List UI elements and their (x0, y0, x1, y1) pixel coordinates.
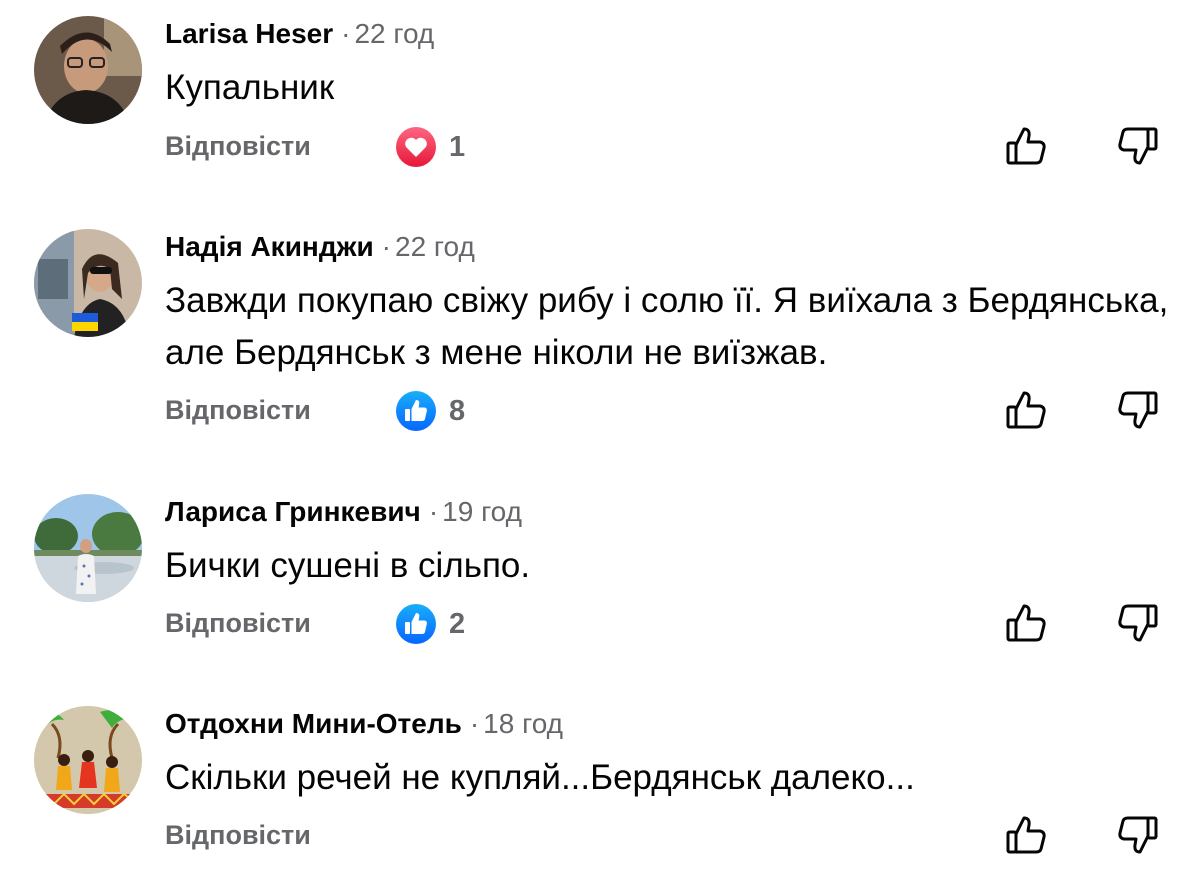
comment-header: Надія Акинджи · 22 год (165, 229, 475, 265)
dislike-button[interactable] (1115, 600, 1161, 646)
comment-text: Купальник (165, 68, 335, 107)
timestamp[interactable]: 18 год (483, 708, 563, 739)
thumbs-up-outline-icon (1006, 391, 1046, 429)
thumbs-down-outline-icon (1118, 127, 1158, 165)
dislike-button[interactable] (1115, 812, 1161, 858)
separator: · (341, 18, 351, 49)
thumbs-up-outline-icon (1006, 816, 1046, 854)
reaction-summary[interactable]: 2 (395, 602, 465, 646)
comment-header: Лариса Гринкевич · 19 год (165, 494, 522, 530)
comment-header: Larisa Heser · 22 год (165, 16, 434, 52)
heart-icon (396, 127, 436, 167)
comment-header: Отдохни Мини-Отель · 18 год (165, 706, 563, 742)
avatar[interactable] (34, 706, 142, 814)
author-name[interactable]: Надія Акинджи (165, 231, 374, 262)
separator: · (381, 231, 391, 262)
like-button[interactable] (1003, 812, 1049, 858)
thumbs-up-outline-icon (1006, 604, 1046, 642)
avatar[interactable] (34, 494, 142, 602)
timestamp[interactable]: 19 год (442, 496, 522, 527)
reaction-summary[interactable]: 1 (395, 125, 465, 169)
comment-text: Бички сушені в сільпо. (165, 546, 531, 585)
author-name[interactable]: Отдохни Мини-Отель (165, 708, 462, 739)
comment-actions: Відповісти (165, 812, 1165, 860)
timestamp[interactable]: 22 год (395, 231, 475, 262)
thumbs-up-icon (396, 391, 436, 431)
comment-actions: Відповісти 1 (165, 123, 1165, 171)
author-name[interactable]: Larisa Heser (165, 18, 333, 49)
reaction-count: 8 (449, 394, 466, 427)
separator: · (469, 708, 480, 739)
reply-button[interactable]: Відповісти (165, 608, 311, 639)
author-name[interactable]: Лариса Гринкевич (165, 496, 421, 527)
reaction-count: 2 (449, 607, 466, 640)
like-button[interactable] (1003, 123, 1049, 169)
avatar[interactable] (34, 16, 142, 124)
thumbs-up-outline-icon (1006, 127, 1046, 165)
like-button[interactable] (1003, 387, 1049, 433)
thumbs-up-icon (396, 604, 436, 644)
separator: · (428, 496, 439, 527)
reaction-summary[interactable]: 8 (395, 389, 465, 433)
reply-button[interactable]: Відповісти (165, 131, 311, 162)
reply-button[interactable]: Відповісти (165, 820, 311, 851)
dislike-button[interactable] (1115, 123, 1161, 169)
avatar[interactable] (34, 229, 142, 337)
comment-actions: Відповісти 2 (165, 600, 1165, 648)
like-button[interactable] (1003, 600, 1049, 646)
reaction-count: 1 (449, 130, 466, 163)
dislike-button[interactable] (1115, 387, 1161, 433)
thumbs-down-outline-icon (1118, 816, 1158, 854)
comment-text: Скільки речей не купляй...Бердянськ дале… (165, 758, 915, 797)
comment-text: Завжди покупаю свіжу рибу і солю її. Я в… (165, 281, 1169, 372)
reply-button[interactable]: Відповісти (165, 395, 311, 426)
thumbs-down-outline-icon (1118, 391, 1158, 429)
timestamp[interactable]: 22 год (354, 18, 434, 49)
thumbs-down-outline-icon (1118, 604, 1158, 642)
comment-actions: Відповісти 8 (165, 387, 1165, 435)
